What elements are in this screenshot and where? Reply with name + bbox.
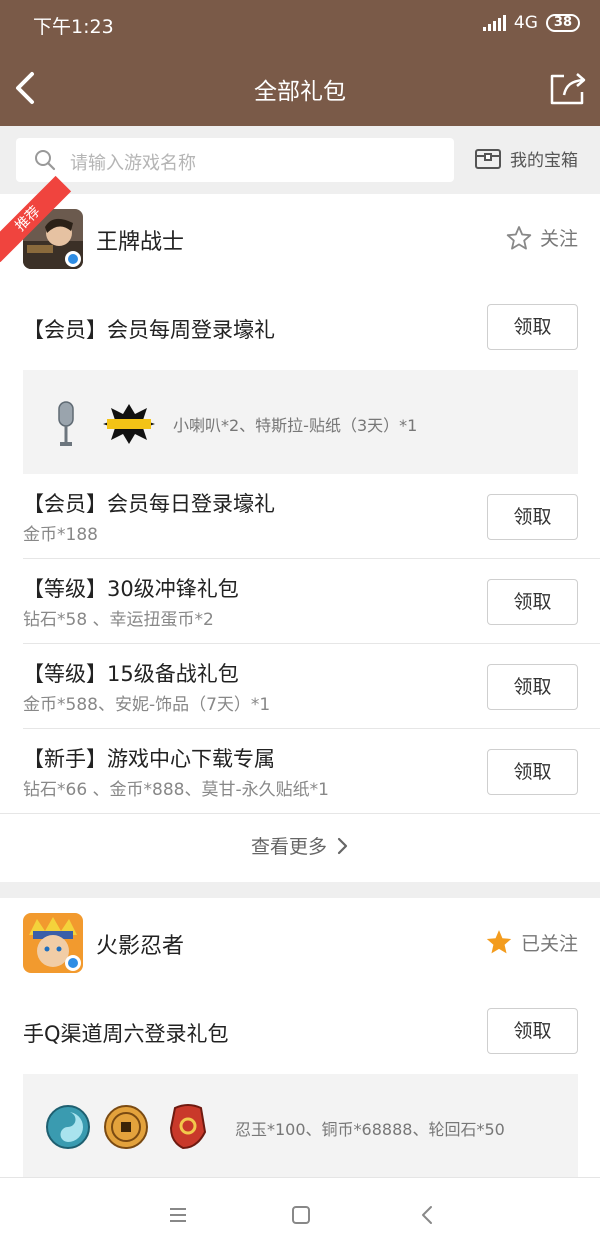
game-name: 火影忍者 bbox=[96, 934, 185, 959]
sticker-icon bbox=[103, 404, 155, 444]
package-title: 【等级】30级冲锋礼包 bbox=[23, 577, 239, 601]
treasure-box-icon bbox=[475, 148, 501, 169]
package-row: 【等级】30级冲锋礼包 钻石*58 、幸运扭蛋币*2 领取 bbox=[0, 559, 600, 644]
follow-label: 已关注 bbox=[520, 932, 578, 955]
follow-label: 关注 bbox=[539, 228, 578, 250]
view-more-button[interactable]: 查看更多 bbox=[0, 832, 600, 859]
package-rewards: 金币*188 bbox=[23, 525, 98, 545]
follow-button[interactable]: 关注 bbox=[506, 224, 578, 251]
game-card-huoying: 火影忍者 已关注 手Q渠道周六登录礼包 领取 忍玉*100、铜币*68888、轮… bbox=[0, 898, 600, 1178]
search-icon bbox=[35, 150, 56, 171]
system-nav-bar bbox=[0, 1177, 600, 1249]
jade-icon bbox=[46, 1105, 90, 1149]
reincarnation-stone-icon bbox=[169, 1104, 207, 1150]
claim-button[interactable]: 领取 bbox=[487, 494, 578, 540]
game-header: 火影忍者 已关注 bbox=[0, 898, 600, 988]
microphone-icon bbox=[58, 401, 74, 446]
my-treasure-button[interactable]: 我的宝箱 bbox=[474, 146, 578, 171]
package-title: 手Q渠道周六登录礼包 bbox=[23, 1022, 229, 1046]
home-square-icon bbox=[292, 1206, 310, 1224]
package-rewards: 金币*588、安妮-饰品（7天）*1 bbox=[23, 695, 271, 715]
game-avatar-icon bbox=[23, 913, 83, 973]
view-more-label: 查看更多 bbox=[250, 836, 327, 858]
package-row: 【等级】15级备战礼包 金币*588、安妮-饰品（7天）*1 领取 bbox=[0, 644, 600, 729]
star-filled-icon bbox=[486, 930, 512, 954]
section-gap bbox=[0, 882, 600, 898]
status-time: 下午1:23 bbox=[33, 16, 114, 38]
system-back-button[interactable] bbox=[412, 1200, 442, 1230]
chevron-right-icon bbox=[337, 837, 348, 855]
game-header: 王牌战士 关注 bbox=[0, 194, 600, 284]
package-rewards: 钻石*58 、幸运扭蛋币*2 bbox=[23, 610, 214, 630]
package-row: 手Q渠道周六登录礼包 领取 忍玉*100、铜币*68888、轮回石*50 bbox=[0, 988, 600, 1178]
package-title: 【会员】会员每日登录壕礼 bbox=[23, 492, 275, 516]
claim-button[interactable]: 领取 bbox=[487, 749, 578, 795]
reward-preview: 忍玉*100、铜币*68888、轮回石*50 bbox=[23, 1074, 578, 1178]
claim-button[interactable]: 领取 bbox=[487, 664, 578, 710]
claim-button[interactable]: 领取 bbox=[487, 304, 578, 350]
menu-icon bbox=[170, 1208, 186, 1222]
package-title: 【新手】游戏中心下载专属 bbox=[23, 747, 275, 771]
divider bbox=[0, 813, 600, 814]
status-bar: 下午1:23 4G 38 bbox=[0, 0, 600, 50]
my-treasure-label: 我的宝箱 bbox=[510, 151, 578, 171]
search-bar: 请输入游戏名称 我的宝箱 bbox=[0, 126, 600, 194]
game-name: 王牌战士 bbox=[96, 230, 185, 255]
battery-icon: 38 bbox=[545, 14, 580, 32]
package-row: 【新手】游戏中心下载专属 钻石*66 、金币*888、莫甘-永久贴纸*1 领取 bbox=[0, 729, 600, 814]
home-button[interactable] bbox=[286, 1200, 316, 1230]
package-row: 【会员】会员每日登录壕礼 金币*188 领取 bbox=[0, 474, 600, 559]
claim-button[interactable]: 领取 bbox=[487, 579, 578, 625]
nav-bar: 全部礼包 bbox=[0, 50, 600, 126]
claim-button[interactable]: 领取 bbox=[487, 1008, 578, 1054]
menu-button[interactable] bbox=[163, 1200, 193, 1230]
search-placeholder: 请输入游戏名称 bbox=[70, 153, 196, 174]
signal-icon bbox=[482, 15, 506, 31]
status-indicators: 4G 38 bbox=[482, 13, 580, 33]
package-rewards: 钻石*66 、金币*888、莫甘-永久贴纸*1 bbox=[23, 780, 329, 800]
game-card-wangpai: 推荐 王牌战士 关注 【会员】会员每周登录壕礼 领取 小喇叭*2、特斯拉-贴纸（… bbox=[0, 175, 600, 882]
copper-coin-icon bbox=[104, 1105, 148, 1149]
search-input[interactable]: 请输入游戏名称 bbox=[16, 138, 454, 182]
network-type: 4G bbox=[513, 13, 538, 33]
reward-list: 小喇叭*2、特斯拉-贴纸（3天）*1 bbox=[173, 416, 418, 435]
share-button[interactable] bbox=[548, 70, 588, 106]
back-arrow-icon bbox=[422, 1206, 432, 1224]
share-icon bbox=[550, 73, 586, 105]
package-title: 【会员】会员每周登录壕礼 bbox=[23, 318, 275, 342]
game-icon-huoying[interactable] bbox=[23, 913, 83, 973]
package-title: 【等级】15级备战礼包 bbox=[23, 662, 239, 686]
reward-list: 忍玉*100、铜币*68888、轮回石*50 bbox=[235, 1120, 505, 1139]
page-title: 全部礼包 bbox=[254, 79, 346, 105]
followed-button[interactable]: 已关注 bbox=[485, 928, 578, 956]
reward-preview: 小喇叭*2、特斯拉-贴纸（3天）*1 bbox=[23, 370, 578, 474]
star-outline-icon bbox=[506, 225, 532, 250]
